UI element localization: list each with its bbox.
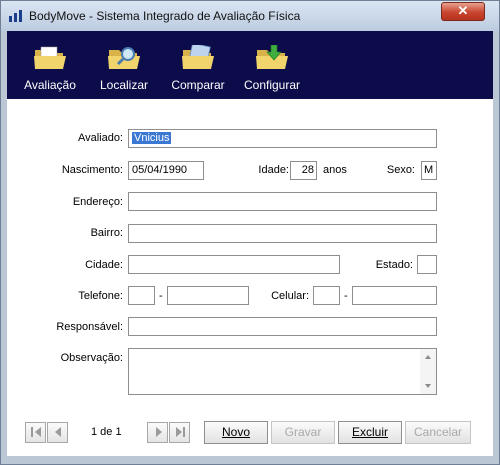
close-button[interactable]: ✕ (441, 2, 485, 21)
gravar-label: Gravar (284, 425, 322, 439)
toolbar-configurar-button[interactable]: Configurar (239, 37, 305, 95)
title-bar[interactable]: BodyMove - Sistema Integrado de Avaliaçã… (1, 1, 499, 31)
observacao-scrollbar[interactable] (420, 349, 436, 394)
toolbar-avaliacao-label: Avaliação (24, 78, 76, 92)
app-window: BodyMove - Sistema Integrado de Avaliaçã… (0, 0, 500, 465)
responsavel-field[interactable] (128, 317, 437, 336)
avaliado-label: Avaliado: (77, 132, 123, 144)
toolbar-avaliacao-button[interactable]: Avaliação (17, 37, 83, 95)
estado-field[interactable] (417, 255, 437, 274)
celular-ddd-field[interactable] (313, 286, 340, 305)
gravar-button[interactable]: Gravar (271, 421, 335, 444)
cancelar-label: Cancelar (413, 425, 463, 439)
avaliado-field[interactable]: Vnicius (128, 129, 437, 148)
app-bars-icon (9, 10, 23, 22)
close-icon: ✕ (457, 3, 469, 18)
excluir-label: Excluir (351, 425, 388, 439)
telefone-ddd-field[interactable] (128, 286, 155, 305)
celular-label: Celular: (271, 290, 309, 302)
endereco-field[interactable] (128, 192, 437, 211)
nascimento-field[interactable]: 05/04/1990 (128, 161, 204, 180)
first-record-button[interactable] (25, 422, 46, 443)
toolbar-localizar-button[interactable]: Localizar (93, 37, 155, 95)
idade-field[interactable]: 28 (290, 161, 317, 180)
endereco-label: Endereço: (72, 196, 123, 208)
toolbar-configurar-label: Configurar (243, 78, 301, 92)
cidade-field[interactable] (128, 255, 340, 274)
telefone-separator: - (159, 290, 163, 302)
estado-label: Estado: (375, 259, 413, 271)
open-folder-icon (34, 46, 66, 69)
search-folder-icon (108, 47, 140, 69)
idade-label: Idade: (258, 164, 289, 176)
nascimento-label: Nascimento: (61, 164, 123, 176)
toolbar-comparar-button[interactable]: Comparar (165, 37, 231, 95)
toolbar: Avaliação Localizar Comparar Configurar (7, 31, 493, 99)
window-frame-right (493, 31, 499, 456)
cidade-label: Cidade: (85, 259, 123, 271)
window-frame-bottom (1, 456, 499, 464)
scroll-up-icon[interactable] (425, 355, 431, 359)
scroll-down-icon[interactable] (425, 384, 431, 388)
avaliado-value: Vnicius (132, 132, 172, 144)
observacao-textarea[interactable] (128, 348, 437, 395)
record-counter: 1 de 1 (91, 426, 122, 438)
bairro-label: Bairro: (90, 227, 123, 239)
previous-record-button[interactable] (47, 422, 68, 443)
compare-folder-icon (182, 45, 214, 69)
toolbar-comparar-label: Comparar (171, 78, 225, 92)
window-title: BodyMove - Sistema Integrado de Avaliaçã… (29, 9, 301, 23)
celular-separator: - (344, 290, 348, 302)
anos-label: anos (323, 164, 347, 176)
responsavel-label: Responsável: (56, 321, 123, 333)
novo-label: Novo (221, 425, 250, 439)
form-panel: Avaliado: Vnicius Nascimento: 05/04/1990… (7, 99, 493, 456)
sexo-label: Sexo: (386, 164, 415, 176)
observacao-label: Observação: (60, 352, 123, 364)
celular-number-field[interactable] (352, 286, 437, 305)
next-record-button[interactable] (147, 422, 168, 443)
telefone-label: Telefone: (78, 290, 123, 302)
cancelar-button[interactable]: Cancelar (405, 421, 471, 444)
last-record-button[interactable] (169, 422, 190, 443)
novo-button[interactable]: Novo (204, 421, 268, 444)
sexo-field[interactable]: M (421, 161, 437, 180)
download-folder-icon (256, 45, 288, 69)
toolbar-localizar-label: Localizar (99, 78, 149, 92)
bairro-field[interactable] (128, 224, 437, 243)
excluir-button[interactable]: Excluir (338, 421, 402, 444)
telefone-number-field[interactable] (167, 286, 249, 305)
